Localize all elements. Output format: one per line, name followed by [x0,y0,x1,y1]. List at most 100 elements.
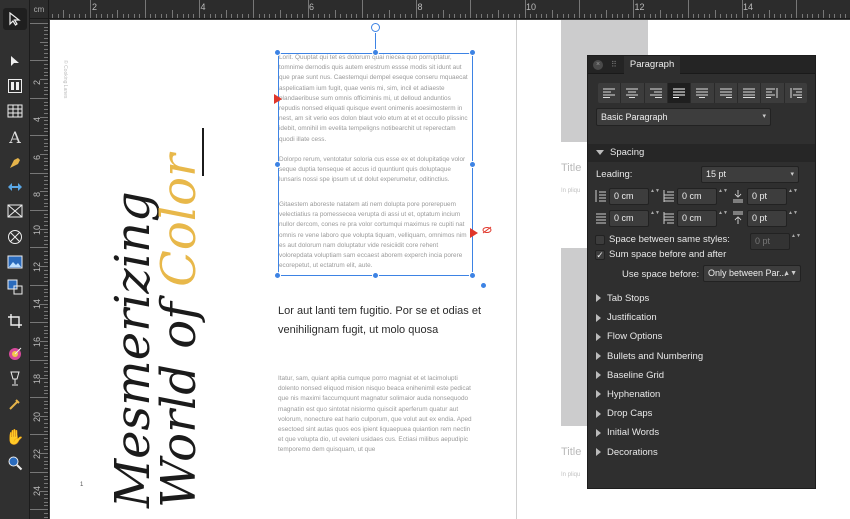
picture-frame-tool-icon[interactable] [3,200,27,222]
vertical-title[interactable]: Mesmerizing World of Color [105,154,207,508]
last-line-indent-stepper[interactable]: ▲▼ [718,210,728,227]
ellipse-tool-icon[interactable] [3,226,27,248]
right-indent-stepper[interactable]: ▲▼ [650,210,660,227]
table-tool-icon[interactable] [3,100,27,122]
section-flow-options[interactable]: Flow Options [596,331,662,342]
place-image-tool-icon[interactable] [3,276,27,298]
color-picker-tool-icon[interactable] [3,343,27,365]
section-baseline-grid[interactable]: Baseline Grid [596,370,664,381]
disclosure-closed-icon [596,352,601,361]
ruler-tick [622,14,624,18]
ruler-left-label: 6 [32,154,42,160]
ruler-tick [40,303,48,305]
ruler-tick [44,273,48,275]
align-left-icon[interactable] [598,83,622,103]
same-styles-stepper[interactable]: ▲▼ [791,233,801,250]
section-drop-caps[interactable]: Drop Caps [596,408,652,419]
node-tool-icon[interactable] [3,50,27,72]
justify-all-icon[interactable] [738,83,762,103]
space-after-field[interactable]: 0 pt [747,210,787,227]
artistic-text-tool-icon[interactable]: A [3,126,27,148]
first-line-indent-stepper[interactable]: ▲▼ [718,188,728,205]
rotation-handle[interactable] [371,23,380,32]
resize-handle-br[interactable] [469,272,476,279]
horizontal-ruler[interactable]: 24681012141618202224262830 [30,0,850,19]
body-paragraph[interactable]: Itatur, sam, quiant apitia cumque porro … [278,374,474,479]
pointer-tool-icon[interactable] [3,8,27,30]
resize-handle-b[interactable] [372,272,379,279]
resize-handle-t[interactable] [372,49,379,56]
ruler-tick [30,471,48,473]
vertical-ruler[interactable]: 2468101214161820222426 [30,19,49,519]
resize-handle-tr[interactable] [469,49,476,56]
spacing-section-header[interactable]: Spacing [588,144,815,162]
justify-center-icon[interactable] [691,83,715,103]
same-styles-field[interactable]: 0 pt [750,233,790,250]
image-tool-icon[interactable] [3,251,27,273]
zoom-tool-icon[interactable] [3,452,27,474]
last-line-indent-field[interactable]: 0 cm [677,210,717,227]
frame-text-tool-icon[interactable] [3,75,27,97]
ruler-tick [481,14,483,18]
text-flow-out-icon[interactable] [470,228,478,238]
justify-left-icon[interactable] [667,83,692,103]
space-before-field[interactable]: 0 pt [747,188,787,205]
pen-tool-icon[interactable] [3,152,27,174]
hand-tool-icon[interactable]: ✋ [3,426,27,448]
resize-handle-r[interactable] [469,161,476,168]
ruler-tick [44,337,48,339]
eyedropper-tool-icon[interactable] [3,393,27,415]
disclosure-closed-icon [596,294,601,303]
ruler-tick [44,176,48,178]
justify-right-icon[interactable] [715,83,738,103]
section-bullets-and-numbering[interactable]: Bullets and Numbering [596,351,703,362]
lead-paragraph[interactable]: Lor aut lanti tem fugitio. Por se et odi… [278,302,488,340]
align-center-icon[interactable] [621,83,645,103]
title-line-2: World of Color [151,154,207,508]
section-hyphenation[interactable]: Hyphenation [596,389,660,400]
ruler-tick [44,258,48,260]
ruler-tick [44,49,48,51]
chevron-down-icon: ▾ [790,171,794,178]
sum-space-label: Sum space before and after [609,249,727,260]
move-tool-icon[interactable] [3,176,27,198]
section-justification[interactable]: Justification [596,312,657,323]
resize-handle-tl[interactable] [274,49,281,56]
resize-handle-bl[interactable] [274,272,281,279]
paragraph-style-select[interactable]: Basic Paragraph ▾ [596,108,771,126]
ruler-tick [44,355,48,357]
resize-handle-l[interactable] [274,161,281,168]
left-indent-stepper[interactable]: ▲▼ [650,188,660,205]
right-title-1[interactable]: Title [561,162,581,174]
sum-space-checkbox[interactable]: ✓ [595,250,605,260]
align-right-icon[interactable] [645,83,668,103]
section-label: Initial Words [607,427,660,439]
leading-select[interactable]: 15 pt ▾ [701,166,799,183]
space-after-stepper[interactable]: ▲▼ [788,210,798,227]
panel-header[interactable]: × ⠿ Paragraph [588,55,815,74]
section-decorations[interactable]: Decorations [596,447,658,458]
tab-paragraph[interactable]: Paragraph [623,55,681,74]
ruler-tick [307,0,309,18]
section-tab-stops[interactable]: Tab Stops [596,293,649,304]
section-initial-words[interactable]: Initial Words [596,427,659,438]
right-title-2[interactable]: Title [561,446,581,458]
same-styles-checkbox[interactable] [595,235,605,245]
use-space-select[interactable]: Only between Par... ▲▼ [703,265,801,282]
left-indent-field[interactable]: 0 cm [609,188,649,205]
leading-label: Leading: [596,169,633,180]
align-towards-spine-icon[interactable] [761,83,785,103]
ruler-tick [443,10,445,18]
align-away-from-spine-icon[interactable] [785,83,807,103]
right-indent-field[interactable]: 0 cm [609,210,649,227]
crop-tool-icon[interactable] [3,310,27,332]
text-flow-in-icon[interactable] [274,94,282,104]
first-line-indent-field[interactable]: 0 cm [677,188,717,205]
selected-text-frame[interactable] [278,53,473,276]
overflow-hidden-icon[interactable] [482,226,492,236]
fill-tool-icon[interactable] [3,368,27,390]
panel-close-icon[interactable]: × [593,59,603,70]
panel-grip-icon[interactable]: ⠿ [611,60,618,69]
space-before-stepper[interactable]: ▲▼ [788,188,798,205]
frame-corner-handle[interactable] [480,282,487,289]
